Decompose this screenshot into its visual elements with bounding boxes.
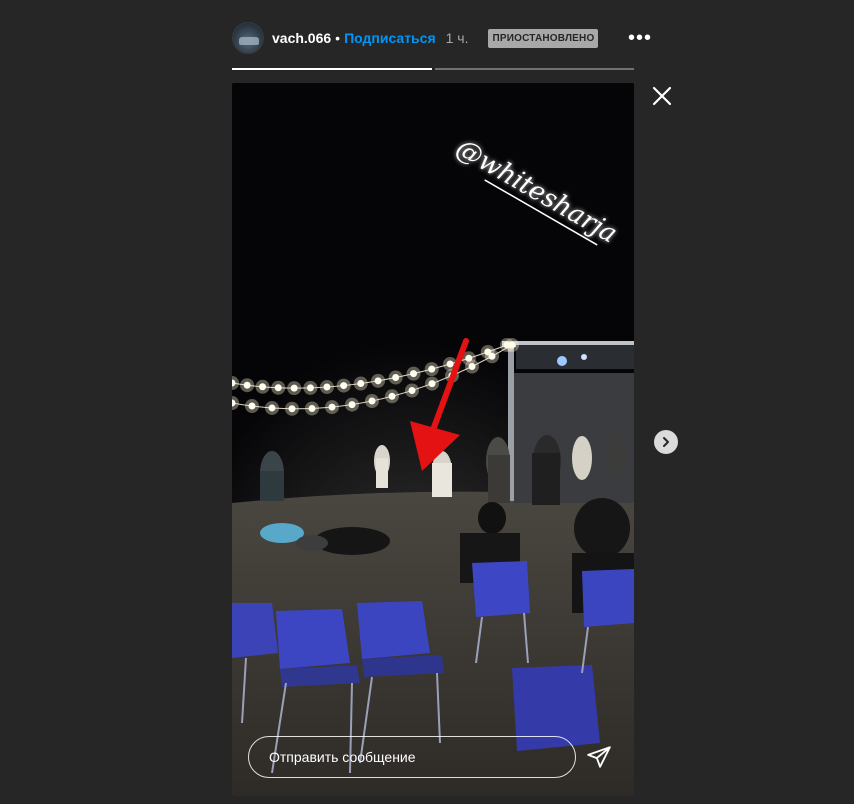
light-bulb xyxy=(290,384,298,392)
story-media[interactable]: @whitesharja @whitesharja xyxy=(232,83,634,796)
light-bulb xyxy=(308,404,316,412)
light-bulb xyxy=(374,377,382,385)
light-bulb xyxy=(428,380,436,388)
light-bulb xyxy=(392,374,400,382)
story-header: vach.066 • Подписаться 1 ч. ПРИОСТАНОВЛЕ… xyxy=(232,20,652,56)
light-bulb xyxy=(368,397,376,405)
more-options-icon[interactable]: ••• xyxy=(628,28,652,48)
light-bulb xyxy=(488,352,496,360)
light-bulb xyxy=(408,387,416,395)
story-progress xyxy=(232,68,634,70)
light-bulb xyxy=(328,403,336,411)
timestamp: 1 ч. xyxy=(445,30,469,46)
light-bulb xyxy=(288,405,296,413)
reply-input[interactable]: Отправить сообщение xyxy=(248,736,576,778)
light-bulb xyxy=(243,381,251,389)
separator-dot: • xyxy=(335,30,341,46)
story-video-frame: @whitesharja @whitesharja xyxy=(232,83,634,796)
light-bulb xyxy=(357,380,365,387)
light-bulb xyxy=(268,404,276,412)
light-bulb xyxy=(388,392,396,400)
light-bulb xyxy=(340,382,348,390)
chevron-right-icon[interactable] xyxy=(654,430,678,454)
light-bulb xyxy=(348,401,356,409)
light-bulb xyxy=(259,383,267,391)
stage-structure xyxy=(502,341,634,503)
progress-segment xyxy=(232,68,432,70)
follow-button[interactable]: Подписаться xyxy=(344,30,436,46)
light-bulb xyxy=(410,370,418,378)
send-icon[interactable] xyxy=(586,744,612,770)
progress-fill xyxy=(232,68,432,70)
light-bulb xyxy=(274,384,282,392)
light-bulb xyxy=(428,365,436,373)
light-bulb xyxy=(306,384,314,392)
light-bulb xyxy=(468,363,476,371)
light-bulb xyxy=(508,341,516,349)
light-bulb xyxy=(248,402,256,410)
status-badge: ПРИОСТАНОВЛЕНО xyxy=(488,28,599,48)
reply-placeholder: Отправить сообщение xyxy=(269,749,416,765)
light-bulb xyxy=(446,360,454,368)
close-icon[interactable] xyxy=(650,84,674,108)
username[interactable]: vach.066 xyxy=(272,30,331,46)
progress-segment xyxy=(434,68,634,70)
avatar[interactable] xyxy=(232,22,264,54)
light-bulb xyxy=(323,383,331,391)
